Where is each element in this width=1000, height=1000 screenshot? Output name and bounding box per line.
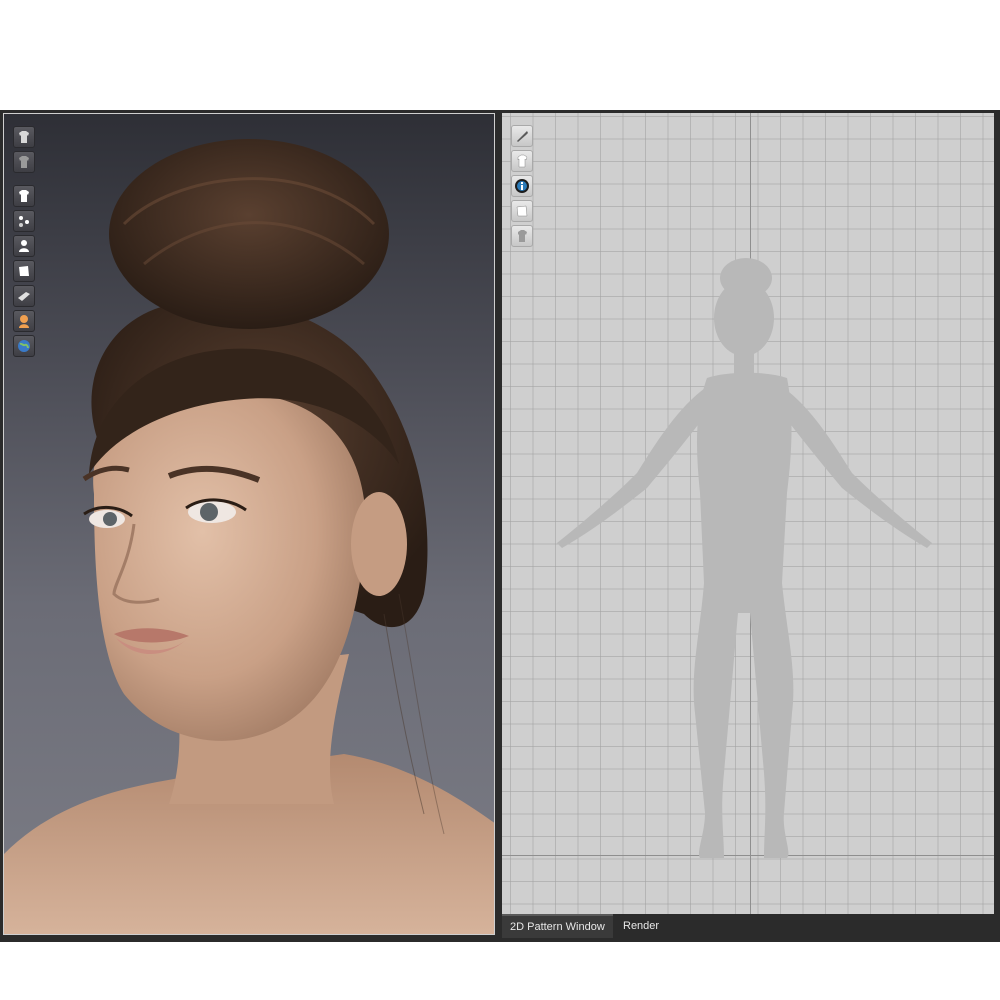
avatar-silhouette — [557, 258, 932, 858]
app-window: 2D Pattern Window Render — [0, 110, 1000, 942]
avatar-profile-icon[interactable] — [13, 235, 35, 257]
bottom-tab-bar: 2D Pattern Window Render — [502, 914, 994, 938]
lock-shirt-icon[interactable] — [511, 225, 533, 247]
fabric-flat-icon[interactable] — [13, 285, 35, 307]
avatar-render — [4, 139, 494, 934]
globe-icon[interactable] — [13, 335, 35, 357]
3d-viewport[interactable] — [3, 113, 495, 935]
pattern-piece-icon[interactable] — [511, 200, 533, 222]
eye-shirt-icon[interactable] — [511, 150, 533, 172]
tab-render[interactable]: Render — [615, 914, 667, 938]
tab-2d-pattern-window[interactable]: 2D Pattern Window — [502, 914, 613, 938]
2d-toolbar — [511, 125, 533, 247]
3d-toolbar — [13, 126, 35, 357]
brush-icon[interactable] — [511, 125, 533, 147]
avatar-points-icon[interactable] — [13, 210, 35, 232]
shirt-grey-icon[interactable] — [13, 151, 35, 173]
info-icon[interactable] — [511, 175, 533, 197]
2d-pattern-window[interactable] — [502, 113, 994, 914]
avatar-orange-icon[interactable] — [13, 310, 35, 332]
shirt-dark-icon[interactable] — [13, 126, 35, 148]
shirt-white-icon[interactable] — [13, 185, 35, 207]
fabric-piece-icon[interactable] — [13, 260, 35, 282]
